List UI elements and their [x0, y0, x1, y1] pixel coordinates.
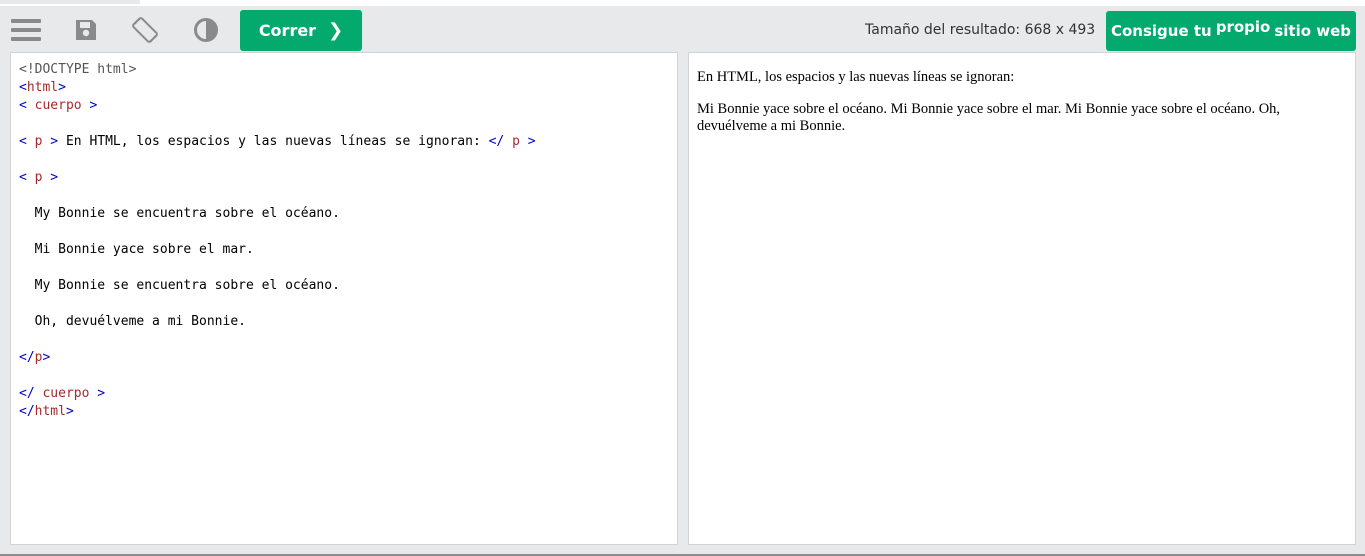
result-paragraph-1: En HTML, los espacios y las nuevas línea…: [697, 69, 1015, 85]
code-token: En HTML, los espacios y las nuevas línea…: [58, 134, 489, 149]
code-line: My Bonnie se encuentra sobre el océano.: [19, 205, 677, 223]
code-line: < p > En HTML, los espacios y las nuevas…: [19, 133, 677, 151]
code-token: >: [42, 134, 59, 149]
contrast-icon[interactable]: [190, 14, 222, 46]
code-line: <!DOCTYPE html>: [19, 61, 677, 79]
code-token: <!DOCTYPE html>: [19, 62, 137, 77]
toolbar: Correr ❯ Tamaño del resultado: 668 x 493…: [0, 6, 1365, 52]
run-button-label: Correr: [258, 21, 317, 40]
code-token: >: [65, 404, 74, 419]
code-line: </html>: [19, 403, 677, 421]
chevron-right-icon: ❯: [328, 20, 344, 41]
code-token: <: [19, 80, 27, 95]
code-token: My Bonnie se encuentra sobre el océano.: [19, 206, 340, 221]
code-line: </p>: [19, 349, 677, 367]
result-pane: En HTML, los espacios y las nuevas línea…: [688, 52, 1356, 545]
get-website-button[interactable]: Consigue tu propio sitio web: [1106, 11, 1356, 51]
code-token: </: [488, 134, 513, 149]
result-size-label: Tamaño del resultado: 668 x 493: [865, 22, 1096, 38]
code-line: Oh, devuélveme a mi Bonnie.: [19, 313, 677, 331]
rotate-icon[interactable]: [129, 14, 161, 46]
code-token: </: [19, 404, 35, 419]
scrollbar[interactable]: [1356, 52, 1365, 545]
code-token: >: [81, 98, 98, 113]
save-icon[interactable]: [70, 14, 102, 46]
code-token: <: [19, 134, 35, 149]
code-token: Oh, devuélveme a mi Bonnie.: [19, 314, 246, 329]
code-token: My Bonnie se encuentra sobre el océano.: [19, 278, 340, 293]
browser-tab[interactable]: [0, 0, 140, 4]
code-token: html: [34, 404, 66, 419]
code-token: <: [19, 170, 35, 185]
code-token: cuerpo: [42, 386, 90, 401]
run-button[interactable]: Correr ❯: [240, 10, 362, 51]
code-line: < cuerpo >: [19, 97, 677, 115]
code-editor[interactable]: <!DOCTYPE html> <html> < cuerpo > < p > En …: [10, 52, 678, 545]
code-line: </ cuerpo >: [19, 385, 677, 403]
pane-divider[interactable]: [678, 52, 688, 545]
code-token: >: [89, 386, 106, 401]
code-token: >: [42, 350, 51, 365]
code-line: < p >: [19, 169, 677, 187]
get-site-text-3: sitio web: [1274, 22, 1352, 40]
code-token: p: [512, 134, 520, 149]
code-token: Mi Bonnie yace sobre el mar.: [19, 242, 254, 257]
get-site-text-1: Consigue tu: [1110, 22, 1212, 40]
menu-icon[interactable]: [10, 14, 42, 46]
code-token: cuerpo: [34, 98, 82, 113]
code-token: </: [19, 386, 43, 401]
code-token: <: [19, 98, 35, 113]
code-token: html: [26, 80, 59, 95]
code-line: <html>: [19, 79, 677, 97]
code-token: </: [19, 350, 35, 365]
get-site-text-2: propio: [1215, 18, 1271, 36]
code-token: >: [42, 170, 59, 185]
code-token: >: [519, 134, 536, 149]
bottom-bar: [0, 545, 1365, 556]
code-line: My Bonnie se encuentra sobre el océano.: [19, 277, 677, 295]
code-line: Mi Bonnie yace sobre el mar.: [19, 241, 677, 259]
result-paragraph-2: Mi Bonnie yace sobre el océano. Mi Bonni…: [697, 101, 1281, 134]
code-token: >: [58, 80, 66, 95]
